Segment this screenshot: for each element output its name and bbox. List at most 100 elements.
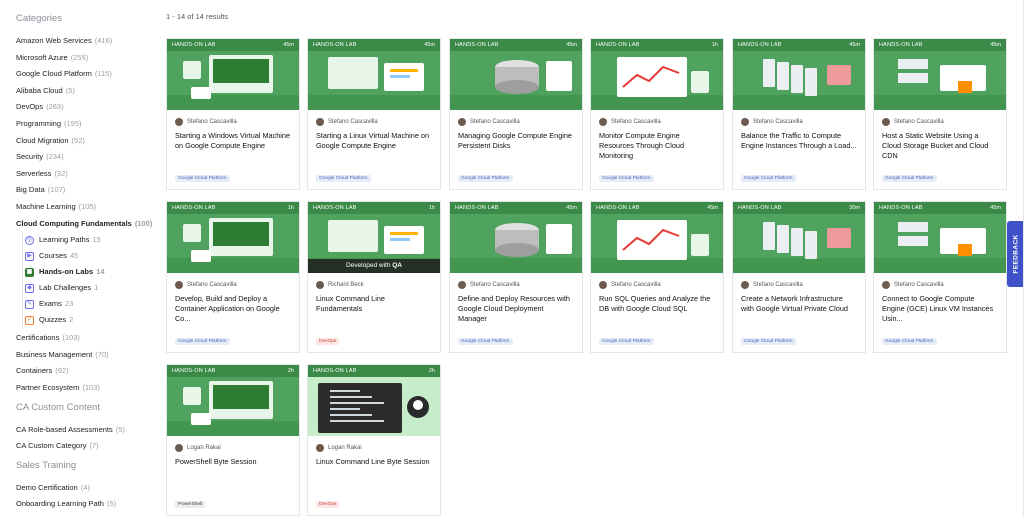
author-name: Logan Rakai bbox=[187, 445, 221, 451]
subcategory-hands-on-labs[interactable]: ▣ Hands-on Labs 14 bbox=[25, 264, 160, 280]
lab-type-label: HANDS-ON LAB bbox=[313, 368, 357, 374]
lab-title: PowerShell Byte Session bbox=[175, 457, 257, 466]
category-machine-learning[interactable]: Machine Learning (105) bbox=[16, 199, 160, 216]
category-count: (416) bbox=[94, 36, 113, 45]
category-big-data[interactable]: Big Data (107) bbox=[16, 182, 160, 199]
developed-with-banner: Developed with QA bbox=[308, 259, 440, 273]
lab-card[interactable]: HANDS-ON LAB 2h Logan Rakai Linux Command L… bbox=[307, 364, 441, 516]
lab-author: Stefano Cascavilla bbox=[874, 273, 1006, 290]
lab-card[interactable]: HANDS-ON LAB 45m Stefano Cascavilla Startin… bbox=[307, 38, 441, 190]
lab-category-tag[interactable]: Google Cloud Platform bbox=[741, 338, 796, 345]
subcategory-learning-paths[interactable]: ◎ Learning Paths 15 bbox=[25, 232, 160, 248]
thumbnail-header: HANDS-ON LAB 45m bbox=[167, 39, 299, 51]
lab-card[interactable]: HANDS-ON LAB 45m Stefano Cascavilla Host a … bbox=[873, 38, 1007, 190]
category-count: (103) bbox=[62, 333, 80, 343]
category-count: (195) bbox=[64, 118, 82, 128]
subcategory-lab-challenges[interactable]: ◆ Lab Challenges 1 bbox=[25, 280, 160, 296]
lab-illustration bbox=[450, 223, 582, 273]
category-alibaba-cloud[interactable]: Alibaba Cloud (5) bbox=[16, 83, 160, 100]
category-count: (100) bbox=[134, 218, 153, 228]
lab-category-tag[interactable]: Google Cloud Platform bbox=[882, 175, 937, 182]
category-label: Serverless bbox=[16, 168, 52, 178]
lab-category-tag[interactable]: DevOps bbox=[316, 338, 340, 345]
author-name: Stefano Cascavilla bbox=[187, 119, 237, 125]
lab-category-tag[interactable]: Google Cloud Platform bbox=[316, 175, 371, 182]
lab-card[interactable]: HANDS-ON LAB 1h Stefano Cascavilla Develop,… bbox=[166, 201, 300, 353]
category-count: (115) bbox=[94, 69, 112, 79]
author-name: Stefano Cascavilla bbox=[894, 119, 944, 125]
category-demo-certification[interactable]: Demo Certification (4) bbox=[16, 480, 160, 497]
lab-category-tag[interactable]: Google Cloud Platform bbox=[175, 338, 230, 345]
results-count: 1 - 14 of 14 results bbox=[166, 12, 229, 21]
lab-duration: 45m bbox=[283, 42, 294, 48]
author-name: Stefano Cascavilla bbox=[753, 119, 803, 125]
category-google-cloud-platform[interactable]: Google Cloud Platform (115) bbox=[16, 66, 160, 83]
category-certifications[interactable]: Certifications (103) bbox=[16, 330, 160, 347]
lab-card[interactable]: HANDS-ON LAB 45m Stefano Cascavilla Connect… bbox=[873, 201, 1007, 353]
feedback-button[interactable]: FEEDBACK bbox=[1007, 221, 1024, 287]
category-microsoft-azure[interactable]: Microsoft Azure (255) bbox=[16, 50, 160, 67]
category-serverless[interactable]: Serverless (32) bbox=[16, 166, 160, 183]
category-sub-list: ◎ Learning Paths 15 ▶ Courses 45 ▣ Hands-on Lab… bbox=[22, 232, 160, 329]
category-cloud-migration[interactable]: Cloud Migration (52) bbox=[16, 133, 160, 150]
category-amazon-web-services[interactable]: Amazon Web Services (416) bbox=[16, 33, 160, 50]
lab-type-label: HANDS-ON LAB bbox=[596, 42, 640, 48]
category-count: (7) bbox=[89, 441, 99, 451]
avatar bbox=[458, 281, 466, 289]
category-partner-ecosystem[interactable]: Partner Ecosystem (103) bbox=[16, 380, 160, 397]
category-programming[interactable]: Programming (195) bbox=[16, 116, 160, 133]
category-label: Security bbox=[16, 152, 44, 162]
subcategory-count: 23 bbox=[64, 299, 74, 309]
category-onboarding-learning-path[interactable]: Onboarding Learning Path (5) bbox=[16, 496, 160, 513]
lab-category-tag[interactable]: Google Cloud Platform bbox=[599, 175, 654, 182]
category-label: Programming bbox=[16, 118, 62, 128]
subcategory-label: Courses bbox=[39, 251, 67, 261]
lab-illustration bbox=[733, 222, 865, 273]
lab-category-tag[interactable]: PowerShell bbox=[175, 501, 206, 508]
lab-card[interactable]: HANDS-ON LAB 45m Stefano Cascavilla Managin… bbox=[449, 38, 583, 190]
learning-path-icon: ◎ bbox=[25, 235, 34, 245]
subcategory-courses[interactable]: ▶ Courses 45 bbox=[25, 248, 160, 264]
author-name: Stefano Cascavilla bbox=[470, 119, 520, 125]
lab-type-label: HANDS-ON LAB bbox=[738, 42, 782, 48]
category-containers[interactable]: Containers (92) bbox=[16, 363, 160, 380]
category-cloud-computing-fundamentals[interactable]: Cloud Computing Fundamentals (100) bbox=[16, 216, 160, 233]
lab-category-tag[interactable]: DevOps bbox=[316, 501, 340, 508]
lab-card[interactable]: HANDS-ON LAB 1h Developed with QA Richard B… bbox=[307, 201, 441, 353]
category-devops[interactable]: DevOps (263) bbox=[16, 99, 160, 116]
category-label: Big Data bbox=[16, 185, 45, 195]
lab-category-tag[interactable]: Google Cloud Platform bbox=[741, 175, 796, 182]
category-label: Demo Certification bbox=[16, 482, 78, 492]
lab-category-tag[interactable]: Google Cloud Platform bbox=[458, 175, 513, 182]
category-business-management[interactable]: Business Management (70) bbox=[16, 347, 160, 364]
lab-card[interactable]: HANDS-ON LAB 2h Logan Rakai PowerShell Byte… bbox=[166, 364, 300, 516]
lab-thumbnail: HANDS-ON LAB 30m bbox=[733, 202, 865, 273]
avatar bbox=[175, 118, 183, 126]
lab-illustration bbox=[591, 57, 723, 110]
lab-card[interactable]: HANDS-ON LAB 30m Stefano Cascavilla Create … bbox=[732, 201, 866, 353]
lab-type-label: HANDS-ON LAB bbox=[879, 42, 923, 48]
lab-card[interactable]: HANDS-ON LAB 45m Stefano Cascavilla Run SQL… bbox=[590, 201, 724, 353]
lab-author: Stefano Cascavilla bbox=[591, 273, 723, 290]
lab-card[interactable]: HANDS-ON LAB 45m Stefano Cascavilla Startin… bbox=[166, 38, 300, 190]
subcategory-quizzes[interactable]: ✓ Quizzes 2 bbox=[25, 312, 160, 328]
subcategory-count: 1 bbox=[94, 283, 99, 293]
category-list: Amazon Web Services (416) Microsoft Azure(… bbox=[16, 33, 160, 232]
lab-card[interactable]: HANDS-ON LAB 1h Stefano Cascavilla Monitor … bbox=[590, 38, 724, 190]
lab-card[interactable]: HANDS-ON LAB 45m Stefano Cascavilla Define … bbox=[449, 201, 583, 353]
author-name: Stefano Cascavilla bbox=[753, 282, 803, 288]
thumbnail-header: HANDS-ON LAB 45m bbox=[874, 39, 1006, 51]
lab-category-tag[interactable]: Google Cloud Platform bbox=[458, 338, 513, 345]
lab-category-tag[interactable]: Google Cloud Platform bbox=[882, 338, 937, 345]
avatar bbox=[175, 444, 183, 452]
lab-card[interactable]: HANDS-ON LAB 45m Stefano Cascavilla Balance… bbox=[732, 38, 866, 190]
category-ca-role-based-assessments[interactable]: CA Role-based Assessments (5) bbox=[16, 422, 160, 439]
custom-content-list: CA Role-based Assessments (5) CA Custom Ca… bbox=[16, 422, 160, 455]
category-security[interactable]: Security (234) bbox=[16, 149, 160, 166]
subcategory-exams[interactable]: ✎ Exams 23 bbox=[25, 296, 160, 312]
lab-category-tag[interactable]: Google Cloud Platform bbox=[599, 338, 654, 345]
lab-category-tag[interactable]: Google Cloud Platform bbox=[175, 175, 230, 182]
category-count: (105) bbox=[78, 201, 97, 211]
category-label: CA Role-based Assessments bbox=[16, 424, 113, 434]
category-ca-custom-category[interactable]: CA Custom Category (7) bbox=[16, 438, 160, 455]
